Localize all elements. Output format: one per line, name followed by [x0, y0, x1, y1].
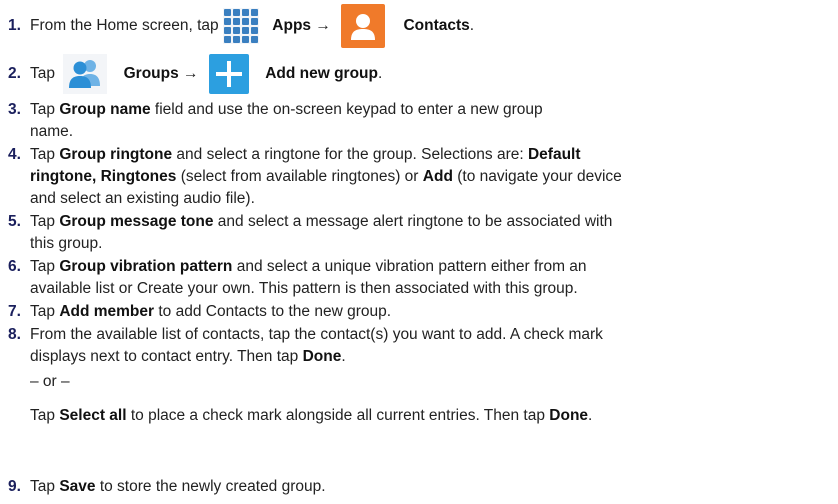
step-number: 3. [8, 101, 21, 118]
apps-grid-icon [222, 8, 259, 44]
step-number: 2. [8, 65, 21, 82]
step-text: Tap Groups → Add new group. [30, 52, 382, 96]
step-number: 9. [8, 478, 21, 495]
step-text: From the Home screen, tap Apps → Contact… [30, 4, 474, 48]
step-number: 4. [8, 146, 21, 163]
step-number: 8. [8, 326, 21, 343]
step-text: From the available list of contacts, tap… [30, 326, 603, 424]
contacts-person-icon [341, 4, 386, 48]
step-text: Tap Group ringtone and select a ringtone… [30, 146, 622, 207]
step-text: Tap Group name field and use the on-scre… [30, 101, 543, 140]
plus-icon [208, 53, 249, 94]
step-number: 1. [8, 17, 21, 34]
step-text: Tap Add member to add Contacts to the ne… [30, 303, 392, 320]
groups-people-icon [63, 53, 108, 94]
step-number: 7. [8, 303, 21, 320]
instruction-document: 1. From the Home screen, tap Apps → Cont… [0, 0, 838, 504]
step-text: Tap Save to store the newly created grou… [30, 478, 326, 495]
step-number: 6. [8, 258, 21, 275]
step-number: 5. [8, 213, 21, 230]
or-separator: – or – [30, 373, 70, 390]
step-text: Tap Group message tone and select a mess… [30, 213, 613, 252]
step-text: Tap Group vibration pattern and select a… [30, 258, 587, 297]
